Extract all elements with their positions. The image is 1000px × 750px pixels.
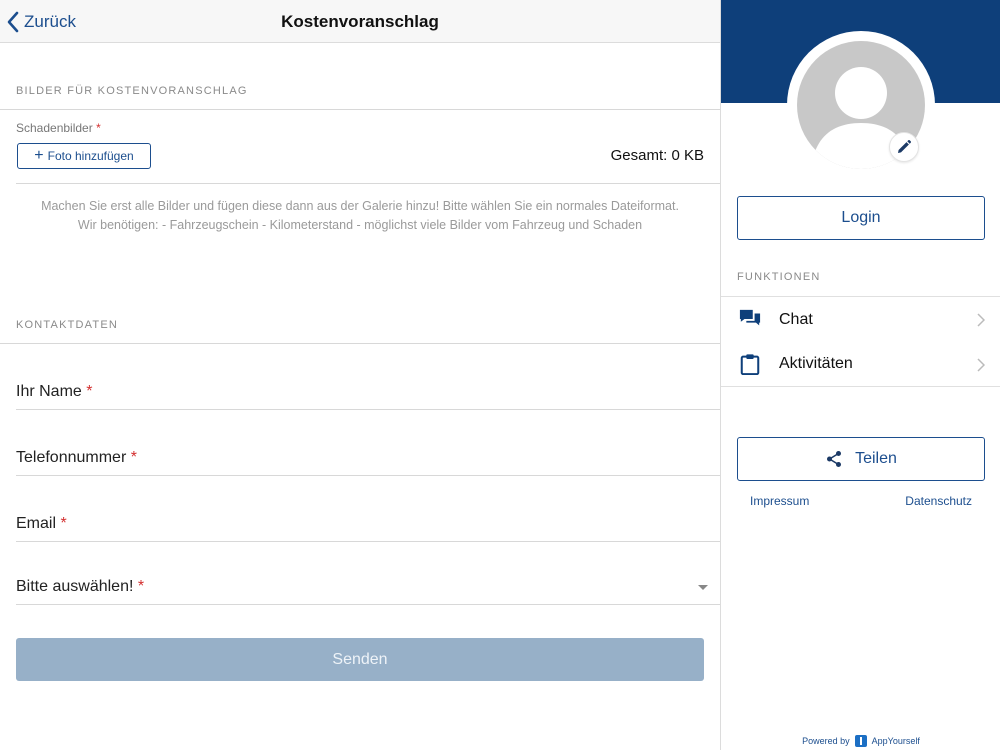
sidebar: Login FUNKTIONEN Chat Aktivitäten Teilen…	[720, 0, 1000, 750]
menu-item-chat-label: Chat	[779, 310, 813, 328]
name-field[interactable]: Ihr Name *	[16, 344, 720, 410]
required-mark: *	[60, 515, 67, 532]
name-field-label-text: Ihr Name	[16, 383, 82, 400]
total-size: Gesamt: 0 KB	[610, 147, 704, 164]
menu-item-activities[interactable]: Aktivitäten	[721, 342, 1000, 387]
damage-images-label-text: Schadenbilder	[16, 121, 93, 135]
phone-field[interactable]: Telefonnummer *	[16, 410, 720, 476]
required-mark: *	[86, 383, 93, 400]
functions-menu: Chat Aktivitäten	[721, 296, 1000, 387]
clipboard-icon	[740, 354, 760, 375]
footer-links: Impressum Datenschutz	[721, 494, 1000, 510]
required-mark: *	[130, 449, 137, 466]
login-button[interactable]: Login	[737, 196, 985, 240]
selection-dropdown[interactable]: Bitte auswählen! *	[16, 542, 720, 605]
pencil-icon	[898, 140, 911, 153]
chevron-right-icon	[977, 358, 985, 372]
plus-icon: +	[34, 147, 44, 164]
section-header-contact: KONTAKTDATEN	[0, 290, 720, 344]
caret-down-icon	[698, 585, 708, 590]
section-header-contact-label: KONTAKTDATEN	[16, 319, 118, 331]
brand-name: AppYourself	[871, 736, 920, 746]
chat-icon	[739, 309, 761, 326]
share-icon	[827, 451, 842, 467]
app: Zurück Kostenvoranschlag BILDER FÜR KOST…	[0, 0, 1000, 750]
email-field-label: Email *	[16, 515, 67, 533]
phone-field-label-text: Telefonnummer	[16, 449, 127, 466]
menu-item-chat[interactable]: Chat	[721, 297, 1000, 342]
main-panel: Zurück Kostenvoranschlag BILDER FÜR KOST…	[0, 0, 720, 750]
name-field-label: Ihr Name *	[16, 383, 92, 401]
add-photo-label: Foto hinzufügen	[47, 149, 134, 163]
email-field-label-text: Email	[16, 515, 57, 532]
menu-item-activities-label: Aktivitäten	[779, 355, 853, 372]
page-title: Kostenvoranschlag	[281, 12, 439, 31]
appyourself-logo-icon	[854, 735, 867, 747]
functions-header: FUNKTIONEN	[737, 271, 821, 283]
selection-dropdown-label-text: Bitte auswählen!	[16, 578, 134, 595]
send-button[interactable]: Senden	[16, 638, 704, 681]
phone-field-label: Telefonnummer *	[16, 449, 137, 467]
powered-by: Powered by AppYourself	[721, 735, 1000, 747]
upload-hint: Machen Sie erst alle Bilder und fügen di…	[41, 199, 679, 232]
privacy-link[interactable]: Datenschutz	[905, 494, 972, 508]
impressum-link[interactable]: Impressum	[750, 494, 809, 508]
required-mark: *	[137, 578, 145, 595]
share-button[interactable]: Teilen	[737, 437, 985, 481]
nav-bar: Zurück Kostenvoranschlag	[0, 0, 720, 43]
edit-avatar-button[interactable]	[889, 132, 919, 162]
email-field[interactable]: Email *	[16, 476, 720, 542]
share-label: Teilen	[855, 450, 897, 467]
section-header-images: BILDER FÜR KOSTENVORANSCHLAG	[0, 43, 720, 110]
required-mark: *	[96, 121, 101, 135]
divider	[16, 183, 720, 184]
chevron-right-icon	[977, 313, 985, 327]
add-photo-button[interactable]: + Foto hinzufügen	[17, 143, 151, 169]
damage-images-label: Schadenbilder *	[16, 121, 101, 135]
powered-by-label: Powered by	[802, 736, 850, 746]
section-header-images-label: BILDER FÜR KOSTENVORANSCHLAG	[16, 85, 248, 97]
selection-dropdown-label: Bitte auswählen! *	[16, 578, 144, 596]
